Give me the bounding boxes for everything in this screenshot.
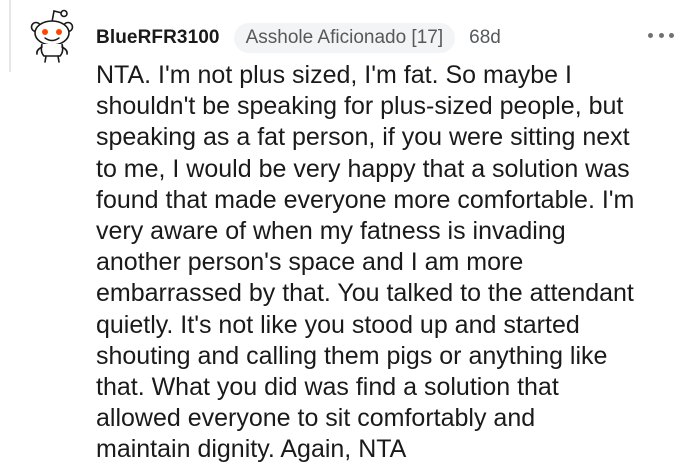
comment-body: NTA. I'm not plus sized, I'm fat. So may… <box>96 60 686 466</box>
username-link[interactable]: BlueRFR3100 <box>96 27 220 49</box>
comment-body-line: allowed everyone to sit comfortably and <box>96 404 536 433</box>
comment-body-line: to me, I would be very happy that a solu… <box>96 154 630 183</box>
comment-body-line: shouting and calling them pigs or anythi… <box>96 341 608 370</box>
dot <box>648 32 653 38</box>
comment-body-line: that. What you did was find a solution t… <box>96 373 559 402</box>
comment-body-line: embarrassed by that. You talked to the a… <box>96 279 634 308</box>
comment-body-line: shouldn't be speaking for plus-sized peo… <box>96 92 624 121</box>
comment-body-line: NTA. I'm not plus sized, I'm fat. So may… <box>96 61 572 89</box>
dot <box>669 32 674 38</box>
thread-line[interactable] <box>9 0 11 72</box>
comment-body-line: very aware of when my fatness is invadin… <box>96 217 566 246</box>
comment-timestamp[interactable]: 68d <box>469 27 501 49</box>
user-flair-badge: Asshole Aficionado [17] <box>233 23 456 53</box>
snoo-avatar-icon[interactable] <box>24 6 80 64</box>
comment-header: BlueRFR3100 Asshole Aficionado [17] 68d <box>96 22 501 54</box>
comment-body-line: another person's space and I am more <box>96 248 524 277</box>
comment-body-line: found that made everyone more comfortabl… <box>96 185 635 214</box>
comment-body-line: quietly. It's not like you stood up and … <box>96 310 580 339</box>
more-horizontal-icon[interactable] <box>648 22 674 48</box>
comment-body-line: maintain dignity. Again, NTA <box>96 435 407 464</box>
comment-body-line: speaking as a fat person, if you were si… <box>96 123 630 152</box>
dot <box>658 32 664 38</box>
